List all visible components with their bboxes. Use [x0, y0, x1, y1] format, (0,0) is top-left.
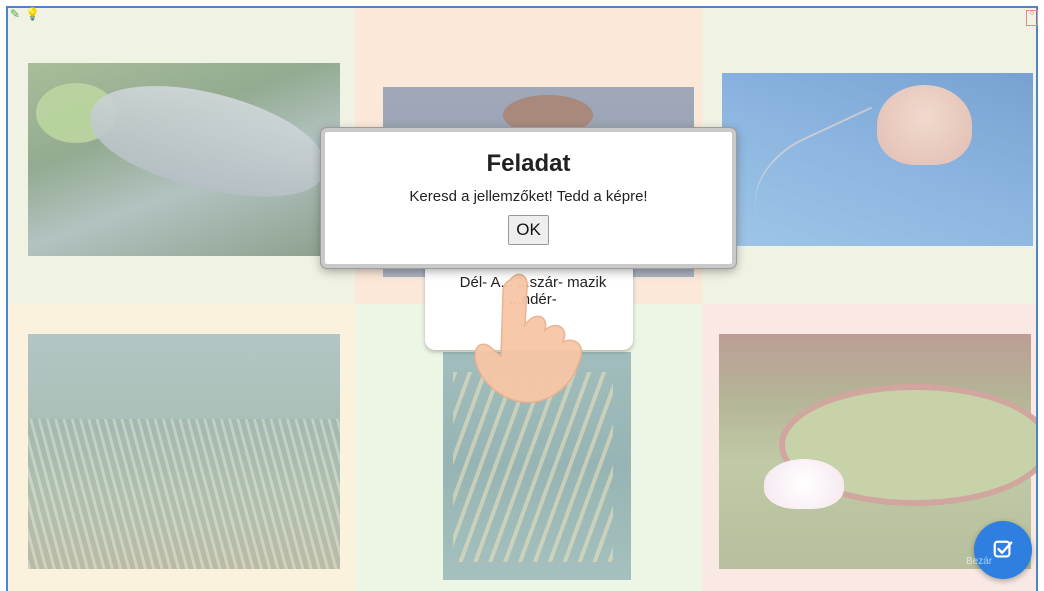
fullscreen-icon[interactable]: ⁘	[1026, 10, 1038, 26]
top-toolbar: ✎ 💡	[10, 8, 40, 21]
tile-seagrass[interactable]	[8, 304, 355, 591]
task-dialog: Feladat Keresd a jellemzőket! Tedd a kép…	[321, 128, 736, 268]
seahorse-image	[443, 352, 631, 580]
check-icon	[993, 540, 1013, 558]
ok-button[interactable]: OK	[508, 215, 549, 245]
dialog-title: Feladat	[486, 150, 571, 177]
jellyfish-image	[722, 73, 1033, 272]
electric-eel-image	[28, 63, 340, 256]
seagrass-image	[28, 334, 340, 569]
lightbulb-icon[interactable]: 💡	[25, 8, 40, 21]
tile-jellyfish[interactable]	[702, 8, 1036, 304]
edit-icon[interactable]: ✎	[10, 8, 23, 21]
close-hint: Bezár	[966, 556, 993, 567]
draggable-description-card[interactable]: Dél- A... ...szár- mazik ...ndér-	[425, 258, 633, 350]
tile-electric-eel[interactable]	[8, 8, 355, 304]
card-text: Dél- A... ...szár- mazik ...ndér-	[459, 274, 607, 308]
dialog-message: Keresd a jellemzőket! Tedd a képre!	[409, 188, 648, 205]
check-button[interactable]	[974, 521, 1032, 579]
